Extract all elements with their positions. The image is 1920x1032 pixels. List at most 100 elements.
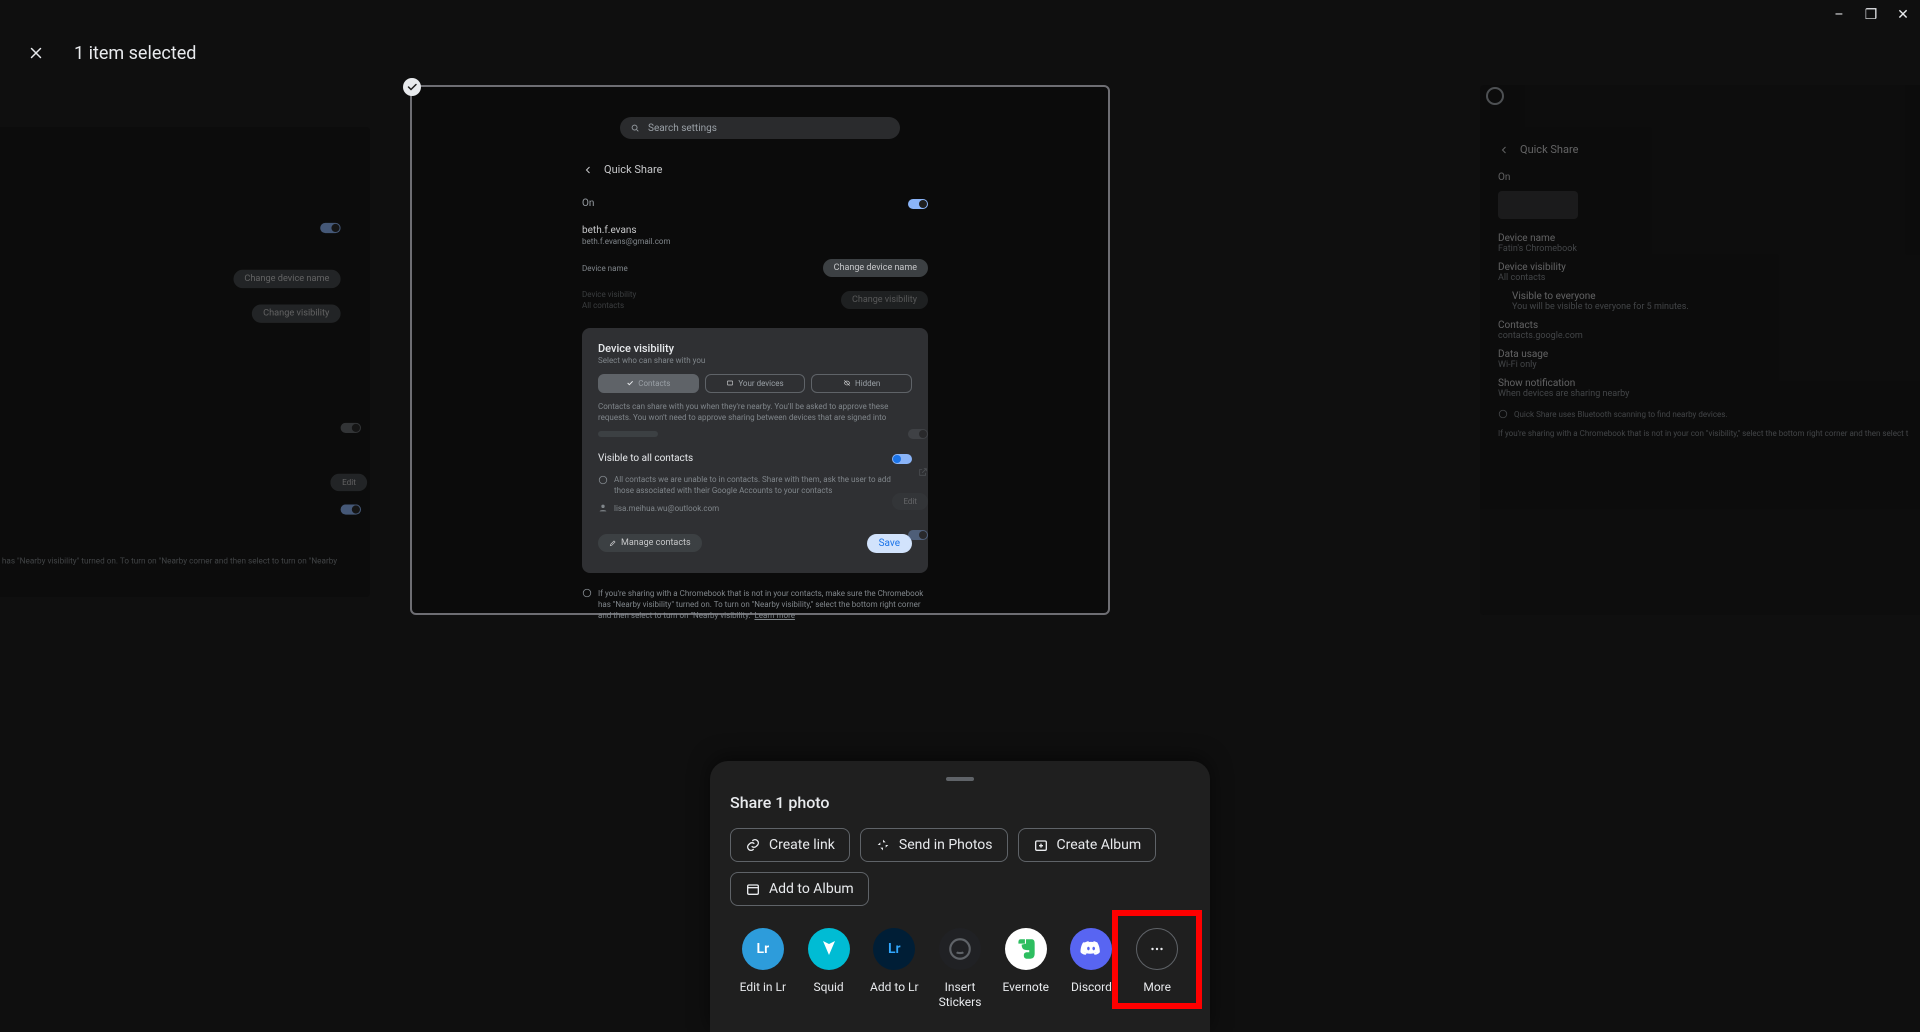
gallery-item-next[interactable]: Search settings Quick Share On Device na… xyxy=(1480,85,1920,615)
album-add-icon xyxy=(745,881,761,897)
check-icon xyxy=(406,81,418,93)
seg-your-devices: Your devices xyxy=(705,374,806,393)
create-album-label: Create Album xyxy=(1057,837,1142,853)
visible-everyone-k: Visible to everyone xyxy=(1512,291,1920,302)
share-title: Share 1 photo xyxy=(730,793,1190,812)
external-link-icon xyxy=(918,467,928,477)
window-maximize[interactable]: ❐ xyxy=(1862,6,1880,24)
device-name-k: Device name xyxy=(1498,233,1920,244)
modal-desc: Contacts can share with you when they're… xyxy=(598,401,912,423)
edit-pill: Edit xyxy=(331,474,367,491)
modal-subtitle: Select who can share with you xyxy=(598,355,912,366)
visibility-k: Device visibility xyxy=(1498,262,1920,273)
squid-icon xyxy=(808,928,850,970)
back-arrow-icon xyxy=(1498,144,1510,156)
gallery-item-prev[interactable]: Search settings Change device name Chang… xyxy=(0,127,370,597)
contacts-v: contacts.google.com xyxy=(1498,331,1920,341)
toggle-icon xyxy=(341,423,361,433)
data-v: Wi-Fi only xyxy=(1498,360,1920,370)
window-close[interactable]: ✕ xyxy=(1894,6,1912,24)
selection-header: 1 item selected xyxy=(0,30,1920,76)
check-icon xyxy=(626,379,634,387)
add-to-album-chip[interactable]: Add to Album xyxy=(730,872,869,906)
quick-share-title: Quick Share xyxy=(604,163,662,176)
change-visibility-btn: Change visibility xyxy=(841,291,928,309)
devices-icon xyxy=(726,379,734,387)
info-icon xyxy=(582,588,592,598)
device-name-v: Fatin's Chromebook xyxy=(1498,244,1920,254)
app-label: Squid xyxy=(813,980,843,995)
photos-icon xyxy=(875,837,891,853)
device-name-label: Device name xyxy=(582,263,628,274)
app-more[interactable]: More xyxy=(1124,928,1190,995)
toggle-icon xyxy=(908,530,928,540)
quick-share-title: Quick Share xyxy=(1520,143,1578,156)
app-label: Add to Lr xyxy=(870,980,919,995)
toggle-icon xyxy=(341,504,361,514)
app-label: More xyxy=(1143,980,1171,995)
evernote-icon xyxy=(1005,928,1047,970)
account-email: beth.f.evans@gmail.com xyxy=(582,236,928,247)
create-link-chip[interactable]: Create link xyxy=(730,828,850,862)
close-icon xyxy=(27,44,45,62)
change-device-name-btn: Change device name xyxy=(823,259,928,277)
info-icon xyxy=(1498,409,1508,419)
lightroom-icon: Lr xyxy=(742,928,784,970)
discord-icon xyxy=(1070,928,1112,970)
nearby-note: If you're sharing with a Chromebook that… xyxy=(1498,428,1920,439)
add-to-album-label: Add to Album xyxy=(769,881,854,897)
on-label: On xyxy=(582,198,594,209)
sheet-drag-handle[interactable] xyxy=(946,777,974,781)
bt-banner: Quick Share uses Bluetooth scanning to f… xyxy=(1514,409,1728,420)
change-visibility-pill: Change visibility xyxy=(252,304,341,322)
link-icon xyxy=(745,837,761,853)
seg-hidden: Hidden xyxy=(811,374,912,393)
sticker-icon xyxy=(939,928,981,970)
visibility-v: All contacts xyxy=(1498,273,1920,283)
close-selection-button[interactable] xyxy=(22,39,50,67)
app-lightroom-add[interactable]: Lr Add to Lr xyxy=(861,928,927,995)
visible-everyone-v: You will be visible to everyone for 5 mi… xyxy=(1512,302,1920,312)
selection-title: 1 item selected xyxy=(74,43,196,64)
album-plus-icon xyxy=(1033,837,1049,853)
notif-v: When devices are sharing nearby xyxy=(1498,389,1920,399)
edit-pill: Edit xyxy=(892,493,928,510)
create-link-label: Create link xyxy=(769,837,835,853)
data-k: Data usage xyxy=(1498,349,1920,360)
search-icon xyxy=(630,123,640,133)
app-label: Discord xyxy=(1071,980,1112,995)
learn-more-link: Learn more xyxy=(754,611,794,620)
gallery-item-selected[interactable]: Search settings Quick Share On beth.f.ev… xyxy=(410,85,1110,615)
account-name: beth.f.evans xyxy=(582,225,928,236)
change-device-name-pill: Change device name xyxy=(233,270,340,288)
account-pill xyxy=(1498,191,1578,219)
contacts-k: Contacts xyxy=(1498,320,1920,331)
send-in-photos-label: Send in Photos xyxy=(899,837,993,853)
window-minimize[interactable]: – xyxy=(1830,6,1848,24)
modal-title: Device visibility xyxy=(598,342,912,355)
selection-empty[interactable] xyxy=(1486,87,1504,105)
app-insert-stickers[interactable]: Insert Stickers xyxy=(927,928,993,1010)
selection-checkmark[interactable] xyxy=(403,78,421,96)
more-icon xyxy=(1136,928,1178,970)
app-label: Evernote xyxy=(1002,980,1049,995)
on-toggle xyxy=(908,199,928,209)
notif-k: Show notification xyxy=(1498,378,1920,389)
app-squid[interactable]: Squid xyxy=(796,928,862,995)
app-label: Insert Stickers xyxy=(927,980,993,1010)
lightroom-add-icon: Lr xyxy=(873,928,915,970)
create-album-chip[interactable]: Create Album xyxy=(1018,828,1157,862)
app-lightroom-edit[interactable]: Lr Edit in Lr xyxy=(730,928,796,995)
nearby-note: that is not in your contacts, make sure … xyxy=(0,556,337,577)
on-label: On xyxy=(1498,172,1920,183)
toggle-icon xyxy=(908,429,928,439)
back-arrow-icon xyxy=(582,164,594,176)
send-in-photos-chip[interactable]: Send in Photos xyxy=(860,828,1008,862)
app-evernote[interactable]: Evernote xyxy=(993,928,1059,995)
seg-contacts: Contacts xyxy=(598,374,699,393)
qs-search-placeholder: Search settings xyxy=(648,123,717,134)
share-sheet: Share 1 photo Create link Send in Photos… xyxy=(710,761,1210,1032)
photo-gallery: Search settings Change device name Chang… xyxy=(0,85,1920,622)
toggle-icon xyxy=(320,223,340,233)
app-label: Edit in Lr xyxy=(740,980,786,995)
